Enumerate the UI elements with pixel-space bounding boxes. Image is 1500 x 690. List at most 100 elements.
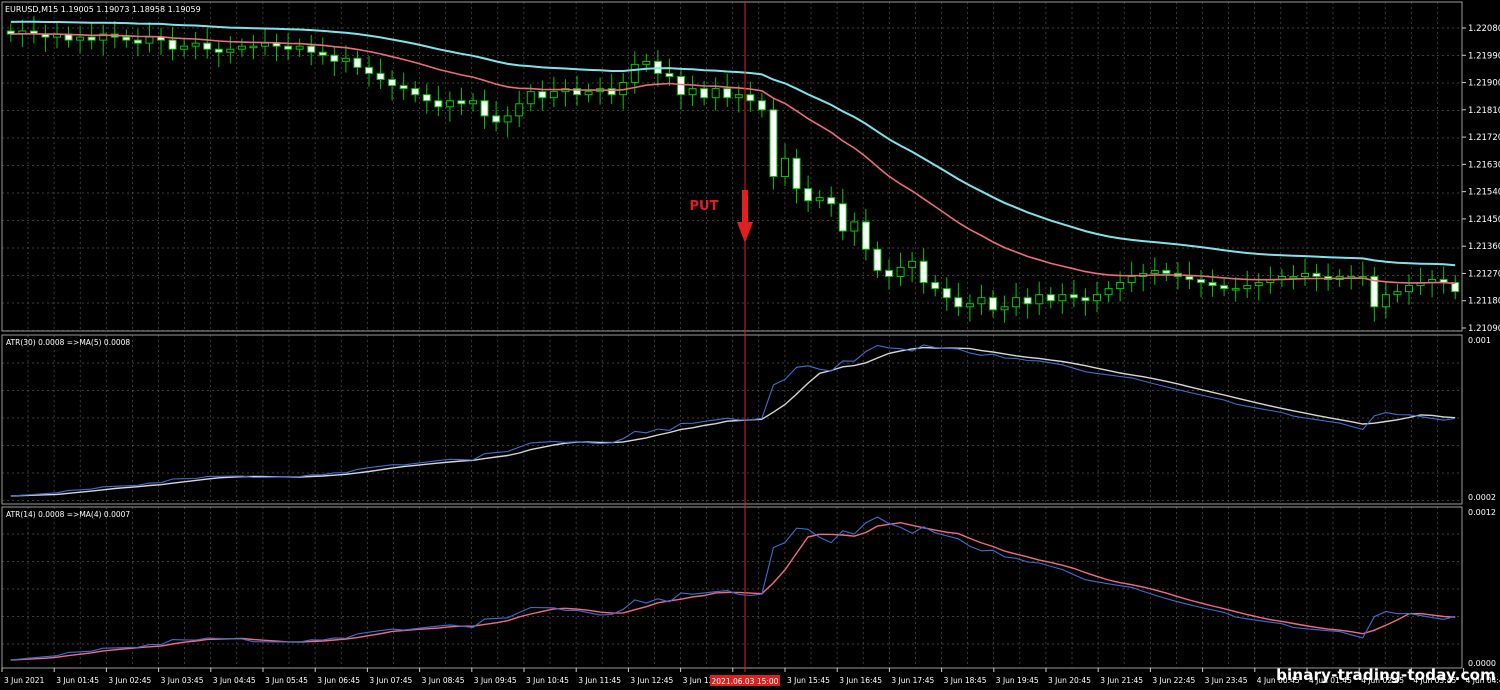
price-axis-label: 1.21450 bbox=[1468, 215, 1500, 225]
candle-body bbox=[954, 297, 963, 308]
price-axis-label: 1.21630 bbox=[1468, 160, 1500, 170]
time-axis-label: 3 Jun 21:45 bbox=[1100, 676, 1143, 685]
candle-body bbox=[295, 45, 304, 50]
candle-body bbox=[1023, 297, 1032, 305]
candle-body bbox=[480, 100, 489, 117]
candle-body bbox=[700, 88, 709, 99]
candle-body bbox=[838, 203, 847, 232]
candle-body bbox=[757, 100, 766, 111]
candle-body bbox=[1231, 288, 1240, 291]
candle-body bbox=[87, 36, 96, 41]
candle-body bbox=[1081, 297, 1090, 302]
time-axis-label: 3 Jun 23:45 bbox=[1205, 676, 1248, 685]
candle-body bbox=[549, 91, 558, 99]
candle-body bbox=[226, 48, 235, 53]
candle-body bbox=[168, 39, 177, 50]
candle-body bbox=[1220, 285, 1229, 290]
atr14-axis-top: 0.0012 bbox=[1468, 508, 1496, 517]
candle-body bbox=[1185, 275, 1194, 281]
candle-body bbox=[804, 188, 813, 202]
price-axis-label: 1.21090 bbox=[1468, 324, 1500, 334]
candle-body bbox=[411, 88, 420, 96]
atr14-label: ATR(14) 0.0008 =>MA(4) 0.0007 bbox=[6, 510, 130, 519]
price-axis-label: 1.21360 bbox=[1468, 242, 1500, 252]
candle-body bbox=[1381, 294, 1390, 308]
time-axis-label: 3 Jun 05:45 bbox=[265, 676, 308, 685]
candle-body bbox=[526, 91, 535, 105]
put-arrow-icon bbox=[737, 222, 753, 243]
candle-body bbox=[515, 103, 524, 117]
candle-body bbox=[1405, 285, 1413, 293]
candle-body bbox=[769, 109, 778, 177]
price-axis-label: 1.22080 bbox=[1468, 24, 1500, 34]
time-axis-label: 3 Jun 09:45 bbox=[474, 676, 517, 685]
signal-time-label: 2021.06.03 15:00 bbox=[712, 677, 779, 686]
candle-body bbox=[388, 79, 397, 87]
candle-body bbox=[1127, 275, 1136, 284]
candle-body bbox=[630, 63, 639, 84]
candle-body bbox=[746, 94, 755, 102]
time-axis-label: 3 Jun 07:45 bbox=[369, 676, 412, 685]
candle-body bbox=[422, 94, 431, 102]
time-axis-label: 3 Jun 08:45 bbox=[422, 676, 465, 685]
time-axis-label: 3 Jun 18:45 bbox=[944, 676, 987, 685]
candle-body bbox=[861, 221, 870, 250]
time-axis-label: 3 Jun 2021 bbox=[4, 676, 45, 685]
candle-body bbox=[191, 42, 200, 47]
time-axis-label: 3 Jun 12:45 bbox=[630, 676, 673, 685]
time-axis-label: 3 Jun 06:45 bbox=[317, 676, 360, 685]
candle-body bbox=[1301, 272, 1309, 277]
candle-body bbox=[827, 197, 836, 205]
candle-body bbox=[203, 42, 212, 50]
time-axis-label: 3 Jun 04:45 bbox=[213, 676, 256, 685]
candle-body bbox=[237, 45, 246, 50]
candle-body bbox=[977, 297, 986, 305]
price-axis-label: 1.21810 bbox=[1468, 106, 1500, 116]
candle-body bbox=[307, 45, 316, 53]
candle-body bbox=[1197, 279, 1205, 284]
candle-body bbox=[1116, 282, 1125, 290]
time-axis-label: 3 Jun 11:45 bbox=[578, 676, 621, 685]
candle-body bbox=[1058, 294, 1067, 302]
candle-body bbox=[1393, 291, 1402, 296]
candle-body bbox=[885, 269, 893, 277]
candle-body bbox=[76, 36, 85, 41]
candle-body bbox=[261, 42, 269, 47]
candle-body bbox=[931, 282, 940, 290]
candle-body bbox=[792, 157, 801, 190]
candle-body bbox=[1035, 294, 1044, 305]
atr30-axis-bottom: 0.0002 bbox=[1468, 493, 1496, 502]
candle-body bbox=[873, 248, 882, 271]
candle-body bbox=[399, 85, 408, 90]
trading-chart[interactable]: 1.22080 1.21990 1.21900 1.21810 1.21720 1.216… bbox=[0, 0, 1500, 690]
atr30-axis-top: 0.001 bbox=[1468, 336, 1491, 345]
candle-body bbox=[445, 100, 454, 108]
candle-body bbox=[919, 260, 928, 284]
candle-body bbox=[677, 75, 685, 96]
candle-body bbox=[665, 72, 674, 77]
candle-body bbox=[908, 260, 917, 268]
candle-body bbox=[711, 88, 720, 99]
candle-body bbox=[688, 88, 697, 96]
candle-body bbox=[434, 100, 443, 108]
candle-body bbox=[896, 266, 905, 277]
time-axis-label: 3 Jun 10:45 bbox=[526, 676, 569, 685]
candle-body bbox=[1208, 282, 1217, 287]
candle-body bbox=[457, 100, 466, 105]
candle-body bbox=[330, 54, 339, 62]
atr30-label: ATR(30) 0.0008 =>MA(5) 0.0008 bbox=[6, 338, 130, 347]
candle-body bbox=[1312, 272, 1321, 277]
candle-body bbox=[723, 88, 732, 99]
candle-body bbox=[1289, 275, 1298, 279]
watermark-text: binary-trading-today.com bbox=[1276, 666, 1496, 684]
candle-body bbox=[1104, 288, 1113, 296]
candle-body bbox=[180, 45, 189, 50]
time-axis-label: 3 Jun 03:45 bbox=[161, 676, 204, 685]
candle-body bbox=[365, 66, 373, 74]
candle-body bbox=[503, 115, 512, 123]
time-axis-label: 3 Jun 01:45 bbox=[56, 676, 99, 685]
price-axis-label: 1.21540 bbox=[1468, 188, 1500, 198]
candle-body bbox=[1254, 282, 1263, 287]
price-axis-label: 1.21720 bbox=[1468, 133, 1500, 143]
price-axis-label: 1.21990 bbox=[1468, 51, 1500, 61]
